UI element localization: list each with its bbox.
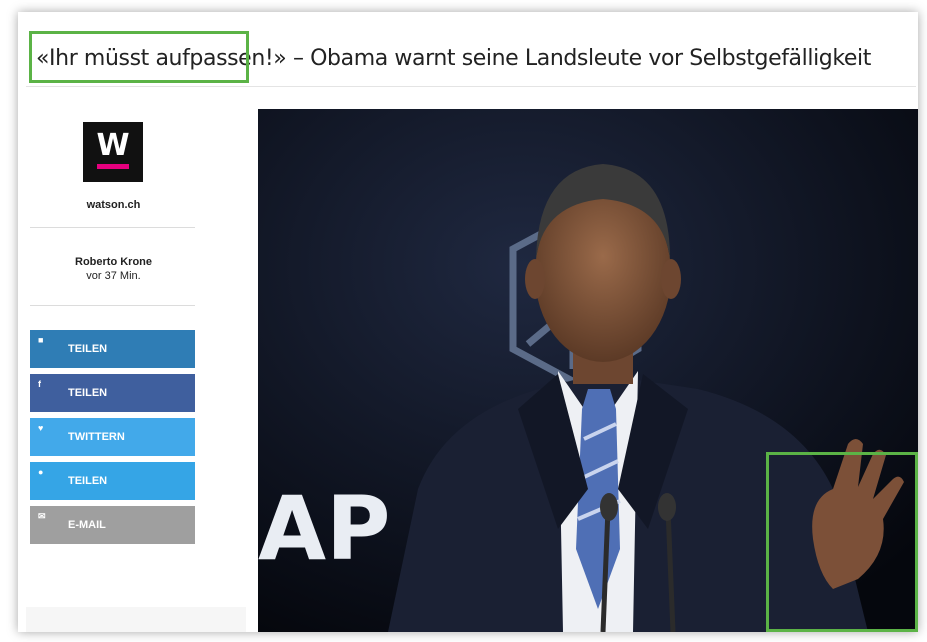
author-name: Roberto Krone xyxy=(75,256,152,268)
divider xyxy=(30,227,195,228)
logo-letter: W xyxy=(96,128,130,163)
headline-bar: «Ihr müsst aufpassen!» – Obama warnt sei… xyxy=(26,30,916,87)
share-label: E-MAIL xyxy=(68,519,106,531)
sidebar-panel: W watson.ch Roberto Krone vor 37 Min. ■ … xyxy=(26,87,246,607)
skype-icon: ● xyxy=(38,467,44,477)
ear xyxy=(661,259,681,299)
logo-underline xyxy=(97,164,129,169)
watson-logo[interactable]: W xyxy=(83,122,143,182)
ear xyxy=(525,259,545,299)
share-label: TWITTERN xyxy=(68,431,125,443)
microphone-icon xyxy=(658,493,676,521)
skype-share-button[interactable]: ● TEILEN xyxy=(30,462,195,500)
microphone-icon xyxy=(600,493,618,521)
divider xyxy=(30,305,195,306)
twitter-icon: ♥ xyxy=(38,423,44,433)
linkedin-share-button[interactable]: ■ TEILEN xyxy=(30,330,195,368)
twitter-share-button[interactable]: ♥ TWITTERN xyxy=(30,418,195,456)
facebook-share-button[interactable]: f TEILEN xyxy=(30,374,195,412)
source-name[interactable]: watson.ch xyxy=(26,199,201,211)
backdrop-letter: A xyxy=(258,477,326,580)
byline: Roberto Krone vor 37 Min. xyxy=(26,255,201,283)
facebook-icon: f xyxy=(38,379,41,389)
article-sidebar: W watson.ch Roberto Krone vor 37 Min. ■ … xyxy=(26,87,246,632)
share-label: TEILEN xyxy=(68,387,108,399)
quote-highlight-box xyxy=(29,31,249,83)
hand-highlight-box xyxy=(766,452,918,632)
backdrop-letter: P xyxy=(326,477,391,580)
publish-time: vor 37 Min. xyxy=(86,270,141,282)
share-label: TEILEN xyxy=(68,343,108,355)
linkedin-icon: ■ xyxy=(38,335,44,345)
email-share-button[interactable]: ✉ E-MAIL xyxy=(30,506,195,544)
mail-icon: ✉ xyxy=(38,511,46,521)
share-label: TEILEN xyxy=(68,475,108,487)
article-page: «Ihr müsst aufpassen!» – Obama warnt sei… xyxy=(18,12,918,632)
